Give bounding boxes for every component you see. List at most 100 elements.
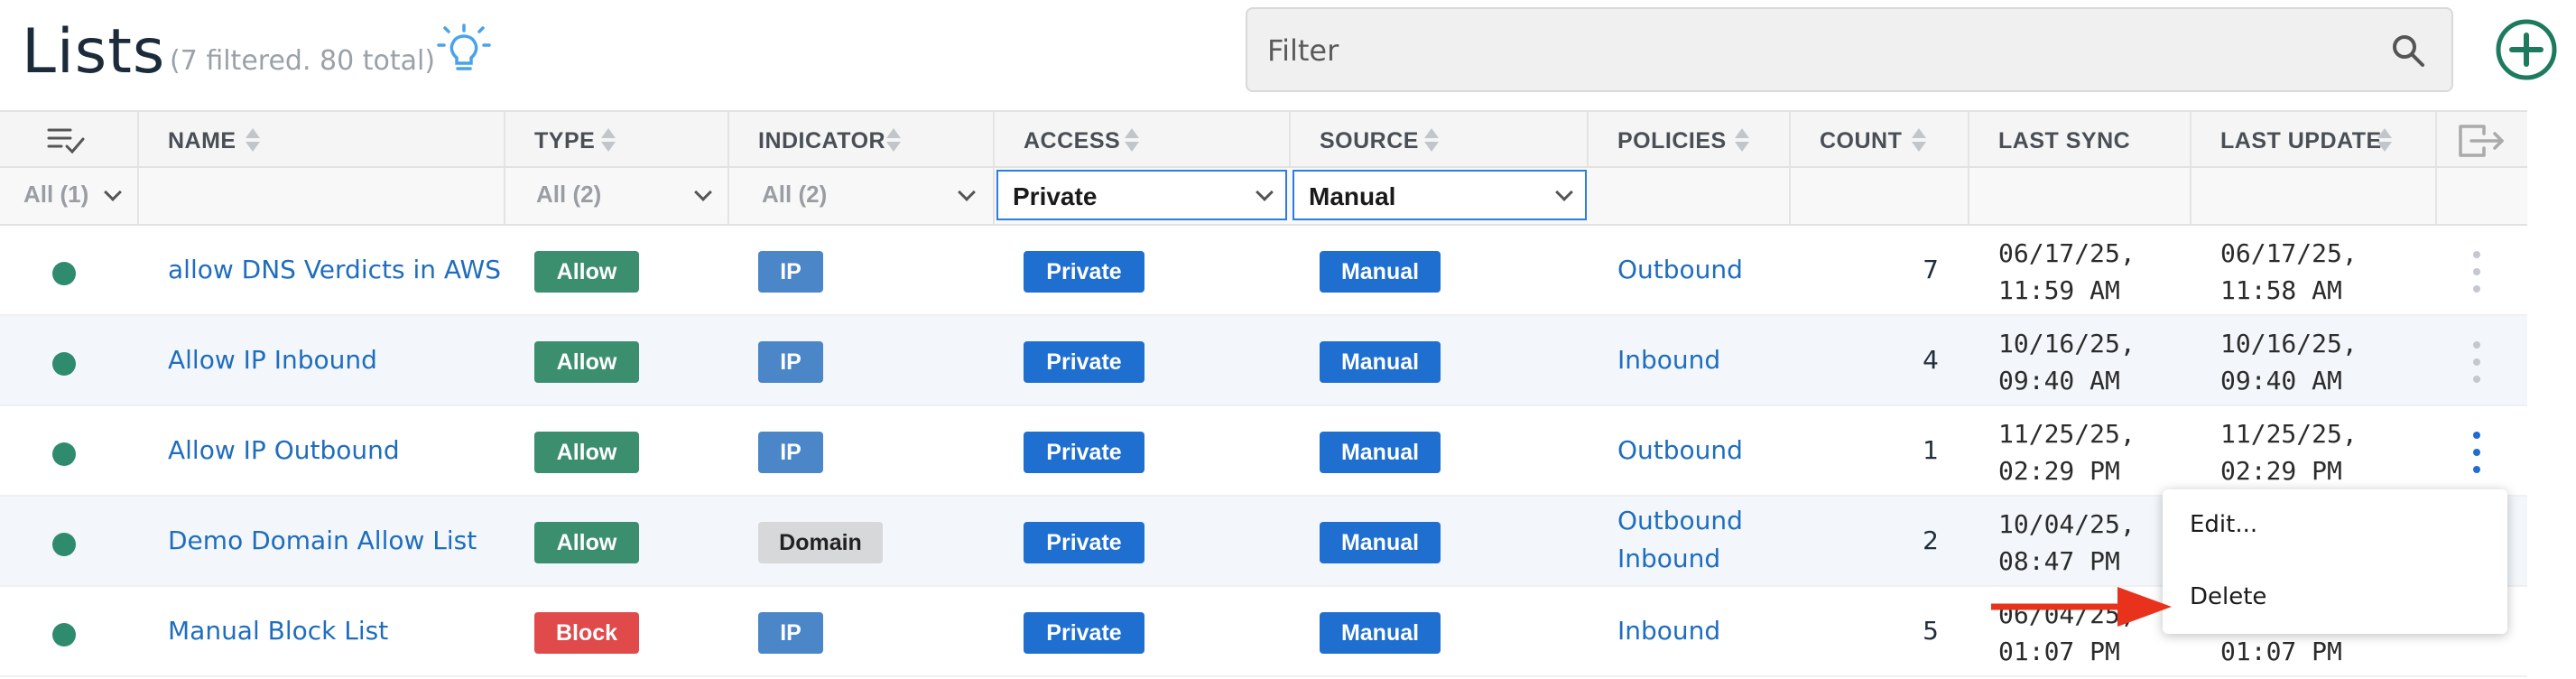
column-header-access[interactable]: ACCESS <box>995 112 1291 166</box>
page-title: Lists <box>22 16 166 88</box>
indicator-badge: IP <box>758 251 823 293</box>
column-header-last-update[interactable]: LAST UPDATE <box>2191 112 2437 166</box>
access-filter-cell: Private <box>995 168 1291 224</box>
count-value: 7 <box>1923 255 1939 284</box>
access-badge: Private <box>1024 432 1144 473</box>
column-header-policies[interactable]: POLICIES <box>1589 112 1791 166</box>
kebab-icon[interactable] <box>2473 341 2480 383</box>
status-indicator <box>52 262 76 285</box>
type-badge: Allow <box>534 432 639 473</box>
kebab-icon[interactable] <box>2473 432 2480 473</box>
sort-icon <box>1424 128 1439 153</box>
type-badge: Block <box>534 612 639 654</box>
access-badge: Private <box>1024 341 1144 383</box>
type-filter[interactable]: All (2) <box>505 168 729 224</box>
plus-circle-icon[interactable] <box>2495 18 2558 81</box>
last-sync-filter-cell <box>1969 168 2191 224</box>
search-icon[interactable] <box>2390 33 2426 69</box>
last-update-value: 06/17/25, 11:58 AM <box>2220 238 2358 305</box>
lightbulb-icon[interactable] <box>437 23 491 78</box>
last-sync-value: 11/25/25, 02:29 PM <box>1998 419 2136 486</box>
chevron-down-icon <box>694 183 712 201</box>
export-icon[interactable] <box>2457 123 2507 159</box>
status-filter-value: All (1) <box>23 181 89 208</box>
chevron-down-icon <box>1555 183 1573 201</box>
policy-link[interactable]: Inbound <box>1617 616 1720 646</box>
list-name-link[interactable]: Demo Domain Allow List <box>168 526 477 555</box>
type-badge: Allow <box>534 522 639 563</box>
status-indicator <box>52 352 76 376</box>
type-badge: Allow <box>534 341 639 383</box>
policy-link[interactable]: Outbound <box>1617 255 1743 284</box>
last-update-value: 01:07 PM <box>2220 637 2342 666</box>
column-label: POLICIES <box>1617 128 1727 153</box>
filter-input[interactable] <box>1267 25 2350 76</box>
chevron-down-icon <box>958 183 976 201</box>
policy-link[interactable]: Outbound <box>1617 435 1743 465</box>
last-sync-value: 10/04/25, 08:47 PM <box>1998 509 2136 576</box>
table-row[interactable]: Allow IP Outbound Allow IP Private Manua… <box>0 406 2527 497</box>
status-indicator <box>52 623 76 646</box>
source-badge: Manual <box>1320 251 1441 293</box>
type-filter-value: All (2) <box>536 181 602 208</box>
policies-filter-cell <box>1589 168 1791 224</box>
list-count-summary: (7 filtered. 80 total) <box>170 45 436 77</box>
indicator-badge: IP <box>758 612 823 654</box>
column-header-count[interactable]: COUNT <box>1791 112 1969 166</box>
name-filter-cell <box>139 168 505 224</box>
row-context-menu: Edit... Delete <box>2163 489 2507 634</box>
count-value: 1 <box>1923 435 1939 465</box>
source-filter[interactable]: Manual <box>1293 170 1587 220</box>
kebab-icon[interactable] <box>2473 251 2480 293</box>
sort-icon <box>1125 128 1139 153</box>
column-header-source[interactable]: SOURCE <box>1291 112 1589 166</box>
column-label: COUNT <box>1820 128 1903 153</box>
menu-item-edit[interactable]: Edit... <box>2190 511 2257 538</box>
source-filter-value: Manual <box>1309 182 1396 210</box>
indicator-badge: Domain <box>758 522 883 563</box>
chevron-down-icon <box>1256 183 1274 201</box>
access-filter-value: Private <box>1013 182 1098 210</box>
list-name-link[interactable]: Allow IP Inbound <box>168 345 377 375</box>
access-filter[interactable]: Private <box>996 170 1287 220</box>
source-badge: Manual <box>1320 341 1441 383</box>
menu-item-delete[interactable]: Delete <box>2190 583 2266 610</box>
list-name-link[interactable]: Manual Block List <box>168 616 388 646</box>
filter-box <box>1246 7 2453 92</box>
list-name-link[interactable]: allow DNS Verdicts in AWS <box>168 255 501 284</box>
column-label: INDICATOR <box>758 128 886 153</box>
list-name-link[interactable]: Allow IP Outbound <box>168 435 400 465</box>
sort-icon <box>1735 128 1749 153</box>
column-header-last-sync[interactable]: LAST SYNC <box>1969 112 2191 166</box>
status-indicator <box>52 533 76 556</box>
column-label: NAME <box>168 128 236 153</box>
sort-icon <box>2377 128 2392 153</box>
sort-icon <box>601 128 616 153</box>
column-label: TYPE <box>534 128 596 153</box>
select-column-header <box>0 112 139 166</box>
table-filter-row: All (1) All (2) All (2) Private Manual <box>0 168 2527 226</box>
last-update-value: 11/25/25, 02:29 PM <box>2220 419 2358 486</box>
column-header-name[interactable]: NAME <box>139 112 505 166</box>
policy-link[interactable]: Outbound <box>1617 506 1743 535</box>
table-row[interactable]: allow DNS Verdicts in AWS Allow IP Priva… <box>0 226 2527 316</box>
column-label: SOURCE <box>1320 128 1419 153</box>
policy-link[interactable]: Inbound <box>1617 345 1720 375</box>
table-row[interactable]: Allow IP Inbound Allow IP Private Manual… <box>0 316 2527 406</box>
column-header-type[interactable]: TYPE <box>505 112 729 166</box>
last-sync-value: 06/17/25, 11:59 AM <box>1998 238 2136 305</box>
indicator-filter-value: All (2) <box>762 181 828 208</box>
column-header-indicator[interactable]: INDICATOR <box>729 112 995 166</box>
page-header: Lists (7 filtered. 80 total) <box>0 0 2576 110</box>
source-badge: Manual <box>1320 612 1441 654</box>
status-filter[interactable]: All (1) <box>0 168 139 224</box>
source-filter-cell: Manual <box>1291 168 1589 224</box>
indicator-filter[interactable]: All (2) <box>729 168 995 224</box>
count-filter-cell <box>1791 168 1969 224</box>
access-badge: Private <box>1024 251 1144 293</box>
list-check-icon[interactable] <box>47 126 85 155</box>
chevron-down-icon <box>104 183 122 201</box>
table-row[interactable]: Demo Domain Allow List Allow Domain Priv… <box>0 497 2527 587</box>
last-update-value: 10/16/25, 09:40 AM <box>2220 329 2358 395</box>
policy-link[interactable]: Inbound <box>1617 544 1720 573</box>
